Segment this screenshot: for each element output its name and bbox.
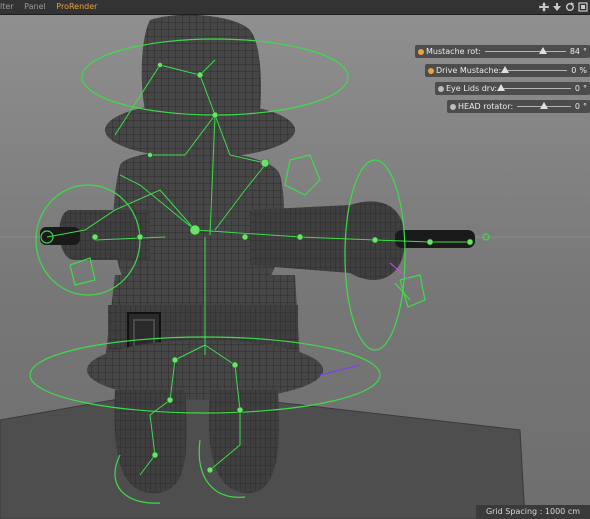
orange-dot-icon bbox=[428, 67, 434, 74]
viewport-menubar: lter Panel ProRender bbox=[0, 0, 590, 15]
rotate-view-icon[interactable] bbox=[565, 2, 575, 12]
grey-dot-icon bbox=[450, 103, 456, 110]
hud-label: Drive Mustache: bbox=[436, 66, 502, 75]
maximize-icon[interactable] bbox=[578, 2, 588, 12]
hud-unit: ° bbox=[583, 84, 587, 93]
grey-dot-icon bbox=[438, 85, 444, 92]
hud-slider[interactable] bbox=[484, 45, 566, 58]
hud-unit: % bbox=[579, 66, 587, 75]
down-arrow-icon[interactable] bbox=[552, 2, 562, 12]
menu-panel[interactable]: Panel bbox=[24, 0, 46, 14]
menu-prorender[interactable]: ProRender bbox=[56, 0, 97, 14]
hud-value[interactable]: 84 bbox=[570, 47, 580, 56]
hud-row-head-rotator[interactable]: HEAD rotator: 0 ° bbox=[447, 100, 590, 113]
hud-value[interactable]: 0 bbox=[571, 66, 576, 75]
hud-label: HEAD rotator: bbox=[458, 102, 514, 111]
menu-list: lter Panel ProRender bbox=[0, 0, 105, 14]
hud-value[interactable]: 0 bbox=[575, 84, 580, 93]
hud-slider[interactable] bbox=[517, 100, 571, 113]
hud-slider[interactable] bbox=[501, 64, 568, 77]
orange-dot-icon bbox=[418, 48, 424, 55]
grid-spacing-readout: Grid Spacing : 1000 cm bbox=[476, 505, 590, 519]
hud-unit: ° bbox=[583, 102, 587, 111]
menu-filter[interactable]: lter bbox=[0, 0, 14, 14]
move-view-icon[interactable] bbox=[539, 2, 549, 12]
hud-row-mustache-rot[interactable]: Mustache rot: 84 ° bbox=[415, 45, 590, 58]
view-tools bbox=[539, 0, 588, 14]
hud-row-drive-mustache[interactable]: Drive Mustache: 0 % bbox=[425, 64, 590, 77]
hud-label: Mustache rot: bbox=[426, 47, 481, 56]
hud-value[interactable]: 0 bbox=[575, 102, 580, 111]
axis-line bbox=[319, 364, 361, 376]
hud-slider[interactable] bbox=[497, 82, 571, 95]
hud-unit: ° bbox=[583, 47, 587, 56]
3d-viewport[interactable]: Mustache rot: 84 ° Drive Mustache: 0 % E… bbox=[0, 15, 590, 519]
hud-row-eye-lids[interactable]: Eye Lids drv: 0 ° bbox=[435, 82, 590, 95]
hud-label: Eye Lids drv: bbox=[446, 84, 498, 93]
